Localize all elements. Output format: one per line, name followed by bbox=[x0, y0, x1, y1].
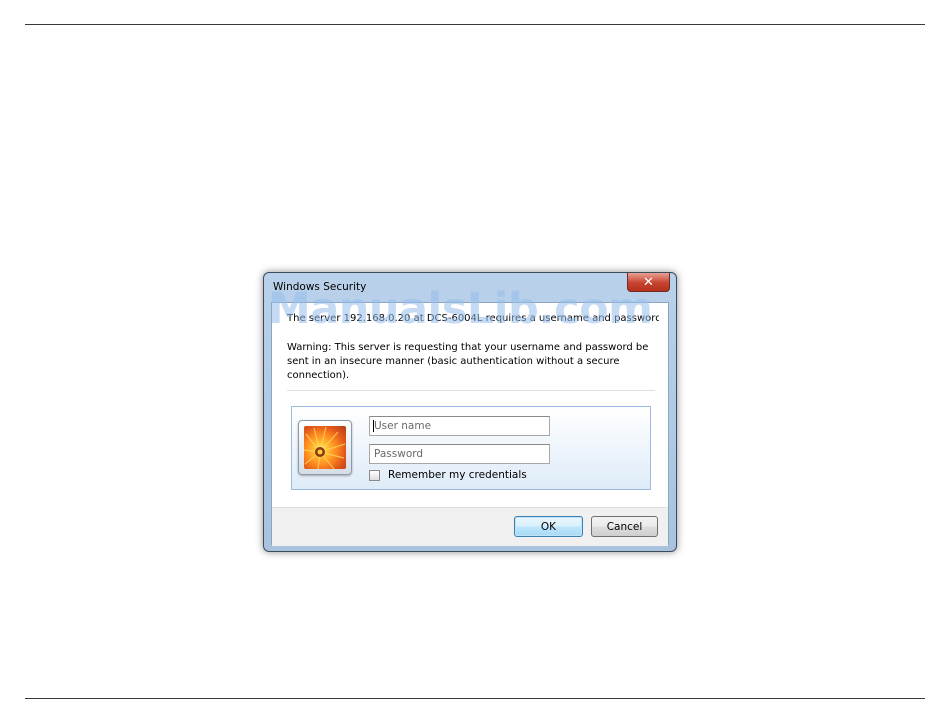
bottom-rule bbox=[25, 698, 925, 699]
separator bbox=[287, 390, 655, 391]
cancel-button[interactable]: Cancel bbox=[591, 516, 658, 537]
remember-checkbox[interactable] bbox=[369, 469, 380, 481]
user-avatar bbox=[298, 420, 352, 475]
windows-security-dialog: Windows Security ✕ The server 192.168.0.… bbox=[263, 272, 677, 552]
top-rule bbox=[25, 24, 925, 25]
flower-avatar-icon bbox=[304, 426, 346, 469]
close-icon: ✕ bbox=[643, 274, 654, 290]
credentials-panel: User name Password Remember my credentia… bbox=[291, 406, 651, 490]
remember-credentials[interactable]: Remember my credentials bbox=[369, 469, 527, 481]
dialog-title: Windows Security bbox=[273, 281, 367, 293]
dialog-titlebar[interactable]: Windows Security ✕ bbox=[264, 273, 676, 303]
button-bar: OK Cancel bbox=[272, 507, 668, 546]
dialog-body: The server 192.168.0.20 at DCS-6004L req… bbox=[271, 302, 669, 546]
close-button[interactable]: ✕ bbox=[627, 273, 670, 292]
username-input[interactable]: User name bbox=[369, 416, 550, 436]
server-message: The server 192.168.0.20 at DCS-6004L req… bbox=[287, 313, 659, 324]
security-warning: Warning: This server is requesting that … bbox=[287, 342, 649, 381]
password-input[interactable]: Password bbox=[369, 444, 550, 464]
remember-label: Remember my credentials bbox=[388, 469, 527, 481]
ok-button[interactable]: OK bbox=[514, 516, 583, 537]
